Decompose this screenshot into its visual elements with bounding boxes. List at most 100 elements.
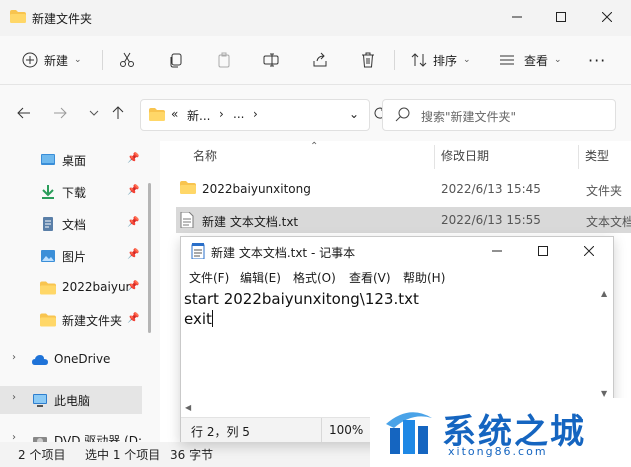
paste-button[interactable] xyxy=(216,46,232,74)
file-name: 新建 文本文档.txt xyxy=(202,215,299,229)
maximize-icon xyxy=(556,12,566,22)
chevron-down-icon: ⌄ xyxy=(554,55,562,65)
zoom-level: 100% xyxy=(329,423,364,437)
notepad-maximize-button[interactable] xyxy=(520,237,566,265)
menu-help[interactable]: 帮助(H) xyxy=(403,269,445,286)
scroll-up-icon[interactable]: ▲ xyxy=(601,289,607,298)
sidebar-item-label: 下载 xyxy=(62,186,87,200)
window-title: 新建文件夹 xyxy=(32,12,93,26)
recent-locations-button[interactable] xyxy=(84,103,104,123)
folder-icon xyxy=(180,181,196,194)
city-logo-icon xyxy=(386,412,432,454)
copy-button[interactable] xyxy=(168,46,184,74)
notepad-vertical-scrollbar[interactable]: ▲ ▼ xyxy=(597,289,613,401)
pin-icon: 📌 xyxy=(127,313,140,324)
file-type: 文件夹 xyxy=(586,184,623,198)
breadcrumb-chevron[interactable]: › xyxy=(253,107,258,121)
share-button[interactable] xyxy=(312,46,328,74)
sidebar-item-dvd[interactable]: › DVD 驱动器 (D: xyxy=(0,426,142,442)
command-bar: 新建 ⌄ 排序 ⌄ 查看 ⌄ ··· xyxy=(0,36,631,85)
notepad-text-area[interactable]: start 2022baiyunxitong\123.txt exit xyxy=(181,289,597,401)
sort-button[interactable]: 排序 ⌄ xyxy=(411,46,471,74)
back-button[interactable] xyxy=(14,103,34,123)
folder-icon xyxy=(10,10,26,23)
sidebar-item-label: 2022baiyur xyxy=(62,280,131,294)
sidebar-item-onedrive[interactable]: › OneDrive xyxy=(0,346,142,374)
cut-button[interactable] xyxy=(119,46,135,74)
file-row[interactable]: 新建 文本文档.txt 2022/6/13 15:55 文本文档 xyxy=(176,207,631,233)
forward-button[interactable] xyxy=(50,103,70,123)
trash-icon xyxy=(362,52,374,68)
chevron-right-icon[interactable]: › xyxy=(12,392,16,403)
sidebar-item-2022baiyur[interactable]: 2022baiyur 📌 xyxy=(0,274,142,302)
file-row[interactable]: 2022baiyunxitong 2022/6/13 15:45 文件夹 xyxy=(176,176,631,202)
text-file-icon xyxy=(180,212,194,228)
sidebar-item-label: 此电脑 xyxy=(54,394,91,408)
sidebar-item-pictures[interactable]: 图片 📌 xyxy=(0,242,142,270)
breadcrumb-item[interactable]: ... xyxy=(233,107,244,121)
notepad-icon xyxy=(191,243,205,259)
view-label: 查看 xyxy=(524,53,549,68)
scroll-left-icon[interactable]: ◀ xyxy=(185,403,191,412)
column-header-name[interactable]: 名称 xyxy=(193,147,217,164)
menu-file[interactable]: 文件(F) xyxy=(189,269,229,286)
close-button[interactable] xyxy=(585,0,629,34)
rename-button[interactable] xyxy=(263,46,279,74)
cursor-position: 行 2，列 5 xyxy=(191,425,250,439)
minimize-button[interactable] xyxy=(495,0,539,34)
breadcrumb-item[interactable]: 新... xyxy=(187,107,210,124)
new-label: 新建 xyxy=(44,53,69,68)
arrow-up-icon xyxy=(112,106,124,119)
text-line: exit xyxy=(184,310,212,328)
copy-icon xyxy=(170,53,182,68)
sort-ascending-icon: ⌃ xyxy=(310,141,319,152)
pin-icon: 📌 xyxy=(127,249,140,260)
arrow-right-icon xyxy=(54,107,67,119)
chevron-right-icon[interactable]: › xyxy=(12,352,16,363)
more-button[interactable]: ··· xyxy=(588,46,606,74)
sidebar-item-label: 图片 xyxy=(62,250,87,264)
sidebar-item-new-folder[interactable]: 新建文件夹 📌 xyxy=(0,306,142,334)
notepad-menu-bar: 文件(F) 编辑(E) 格式(O) 查看(V) 帮助(H) xyxy=(181,266,613,288)
sort-label: 排序 xyxy=(433,53,458,68)
view-button[interactable]: 查看 ⌄ xyxy=(499,46,562,74)
folder-icon xyxy=(40,281,56,295)
up-button[interactable] xyxy=(108,103,128,123)
delete-button[interactable] xyxy=(360,46,376,74)
address-dropdown[interactable]: ⌄ xyxy=(349,107,359,121)
sidebar-item-downloads[interactable]: 下载 📌 xyxy=(0,178,142,206)
chevron-right-icon[interactable]: › xyxy=(12,432,16,442)
menu-format[interactable]: 格式(O) xyxy=(293,269,336,286)
column-header-date[interactable]: 修改日期 xyxy=(441,147,489,164)
column-header-type[interactable]: 类型 xyxy=(585,147,609,164)
close-icon xyxy=(602,12,612,22)
new-button[interactable]: 新建 ⌄ xyxy=(22,46,82,74)
sidebar-scrollbar[interactable] xyxy=(148,183,151,333)
breadcrumb-chevron[interactable]: › xyxy=(219,107,224,121)
maximize-button[interactable] xyxy=(539,0,583,34)
sidebar-item-documents[interactable]: 文档 📌 xyxy=(0,210,142,238)
menu-view[interactable]: 查看(V) xyxy=(349,269,391,286)
scroll-down-icon[interactable]: ▼ xyxy=(601,389,607,398)
download-icon xyxy=(42,185,54,199)
address-bar[interactable]: « 新... › ... › ⌄ xyxy=(140,99,370,131)
folder-icon xyxy=(40,313,56,327)
breadcrumb-overflow[interactable]: « xyxy=(171,107,178,121)
sidebar-item-this-pc[interactable]: › 此电脑 xyxy=(0,386,142,414)
column-divider[interactable] xyxy=(578,145,579,169)
list-view-icon xyxy=(500,55,514,65)
desktop-icon xyxy=(41,154,55,165)
column-divider[interactable] xyxy=(434,145,435,169)
file-type: 文本文档 xyxy=(586,215,631,229)
notepad-minimize-button[interactable] xyxy=(474,237,520,265)
menu-edit[interactable]: 编辑(E) xyxy=(240,269,281,286)
notepad-close-button[interactable] xyxy=(566,237,612,265)
chevron-down-icon: ⌄ xyxy=(463,55,471,65)
item-count: 2 个项目 xyxy=(18,448,66,462)
selected-count: 选中 1 个项目 xyxy=(85,448,161,462)
sidebar-item-label: 文档 xyxy=(62,218,87,232)
search-input[interactable]: 搜索"新建文件夹" xyxy=(382,99,616,131)
paste-icon xyxy=(218,52,230,68)
text-caret xyxy=(211,310,213,327)
sidebar-item-desktop[interactable]: 桌面 📌 xyxy=(0,146,142,174)
